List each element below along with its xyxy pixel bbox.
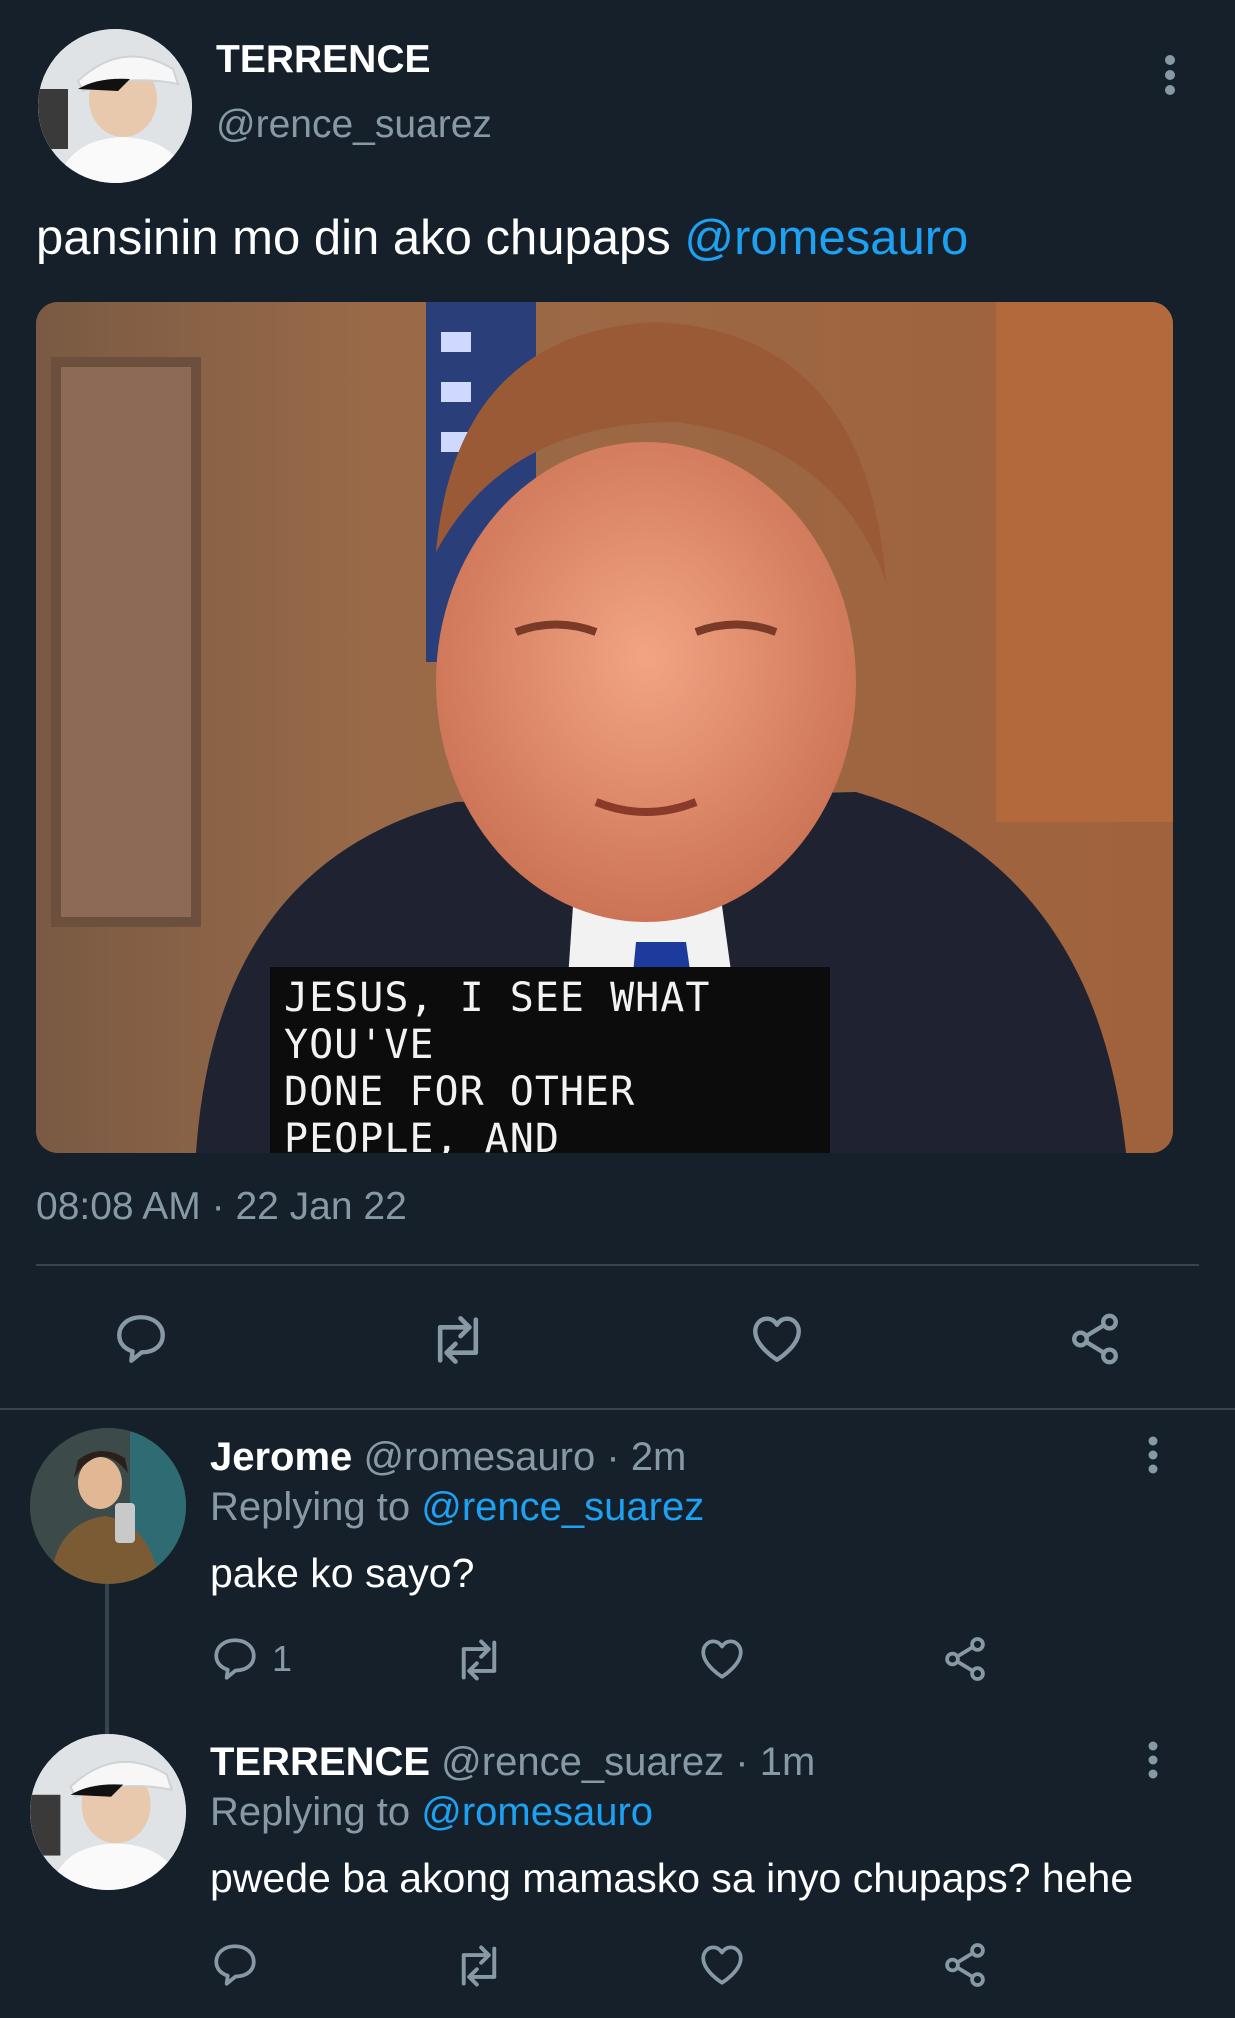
reply-display-name[interactable]: Jerome bbox=[210, 1435, 352, 1479]
reply-header: TERRENCE @rence_suarez · 1m bbox=[210, 1740, 815, 1785]
meme-caption: JESUS, I SEE WHAT YOU'VE DONE FOR OTHER … bbox=[270, 967, 830, 1153]
mention-link[interactable]: @romesauro bbox=[684, 211, 968, 265]
reply-handle[interactable]: @rence_suarez bbox=[441, 1740, 724, 1784]
more-options-icon[interactable] bbox=[1144, 1436, 1162, 1474]
reply-icon[interactable] bbox=[210, 1634, 260, 1684]
reply-separator: · bbox=[606, 1435, 620, 1479]
share-icon[interactable] bbox=[940, 1940, 990, 1990]
retweet-icon[interactable] bbox=[427, 1312, 489, 1368]
like-icon[interactable] bbox=[748, 1310, 806, 1366]
reply-text: pwede ba akong mamasko sa inyo chupaps? … bbox=[210, 1855, 1134, 1901]
avatar-image bbox=[30, 1734, 186, 1890]
reply-avatar[interactable] bbox=[30, 1734, 186, 1890]
reply-age: 1m bbox=[759, 1740, 816, 1784]
retweet-icon[interactable] bbox=[452, 1942, 506, 1990]
share-icon[interactable] bbox=[940, 1634, 990, 1684]
tweet-time: 08:08 AM bbox=[36, 1185, 201, 1228]
reply-icon[interactable] bbox=[210, 1940, 260, 1990]
tweet-timestamp: 08:08 AM · 22 Jan 22 bbox=[36, 1185, 407, 1229]
thread-divider bbox=[0, 1408, 1235, 1410]
reply-icon[interactable] bbox=[112, 1310, 170, 1368]
reply-handle[interactable]: @romesauro bbox=[363, 1435, 595, 1479]
author-avatar[interactable] bbox=[38, 29, 192, 183]
reply-age: 2m bbox=[630, 1435, 687, 1479]
reply-header: Jerome @romesauro · 2m bbox=[210, 1435, 686, 1480]
share-icon[interactable] bbox=[1066, 1310, 1124, 1368]
reply-thread-line bbox=[105, 1584, 109, 1734]
reply-text: pake ko sayo? bbox=[210, 1550, 475, 1596]
retweet-icon[interactable] bbox=[452, 1636, 506, 1684]
replying-to-link[interactable]: @romesauro bbox=[421, 1790, 653, 1834]
reply-avatar[interactable] bbox=[30, 1428, 186, 1584]
replying-to-line: Replying to @rence_suarez bbox=[210, 1485, 704, 1530]
replying-to-link[interactable]: @rence_suarez bbox=[421, 1485, 704, 1529]
replying-to-label: Replying to bbox=[210, 1790, 422, 1834]
author-handle[interactable]: @rence_suarez bbox=[216, 103, 492, 147]
like-icon[interactable] bbox=[697, 1940, 747, 1988]
avatar-image bbox=[30, 1428, 186, 1584]
more-options-icon[interactable] bbox=[1144, 1741, 1162, 1779]
tweet-text: pansinin mo din ako chupaps @romesauro bbox=[36, 210, 968, 266]
reply-display-name[interactable]: TERRENCE bbox=[210, 1740, 430, 1784]
replying-to-line: Replying to @romesauro bbox=[210, 1790, 653, 1835]
avatar-image bbox=[38, 29, 192, 183]
tweet-divider bbox=[36, 1264, 1199, 1266]
timestamp-separator: · bbox=[211, 1185, 225, 1228]
like-icon[interactable] bbox=[697, 1634, 747, 1682]
tweet-media-image[interactable]: JESUS, I SEE WHAT YOU'VE DONE FOR OTHER … bbox=[36, 302, 1173, 1153]
reply-count: 1 bbox=[272, 1638, 293, 1679]
replying-to-label: Replying to bbox=[210, 1485, 422, 1529]
reply-separator: · bbox=[735, 1740, 749, 1784]
tweet-body: pansinin mo din ako chupaps bbox=[36, 211, 685, 265]
more-options-icon[interactable] bbox=[1160, 55, 1180, 95]
author-display-name[interactable]: TERRENCE bbox=[216, 38, 431, 82]
tweet-date: 22 Jan 22 bbox=[235, 1185, 407, 1228]
